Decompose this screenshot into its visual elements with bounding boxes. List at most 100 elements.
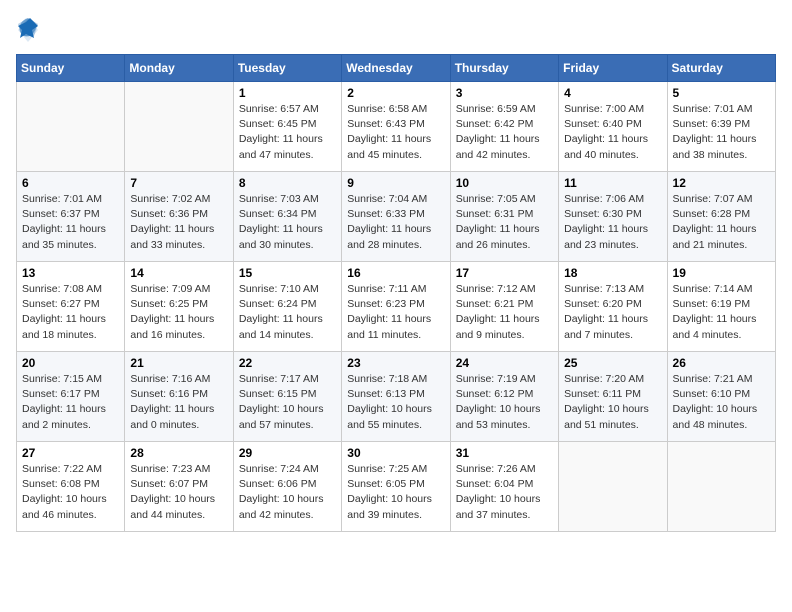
calendar-cell [17, 82, 125, 172]
calendar-cell: 15Sunrise: 7:10 AM Sunset: 6:24 PM Dayli… [233, 262, 341, 352]
weekday-header-row: SundayMondayTuesdayWednesdayThursdayFrid… [17, 55, 776, 82]
day-number: 5 [673, 86, 770, 100]
day-info: Sunrise: 7:25 AM Sunset: 6:05 PM Dayligh… [347, 462, 444, 523]
calendar-cell: 23 Sunrise: 7:18 AM Sunset: 6:13 PM Dayli… [342, 352, 450, 442]
calendar-cell: 26 Sunrise: 7:21 AM Sunset: 6:10 PM Dayli… [667, 352, 775, 442]
day-number: 16 [347, 266, 444, 280]
day-info: Sunrise: 7:26 AM Sunset: 6:04 PM Dayligh… [456, 462, 553, 523]
day-info: Sunrise: 7:02 AM Sunset: 6:36 PM Dayligh… [130, 192, 227, 253]
day-number: 11 [564, 176, 661, 190]
day-number: 26 [673, 356, 770, 370]
day-number: 10 [456, 176, 553, 190]
calendar-cell: 14Sunrise: 7:09 AM Sunset: 6:25 PM Dayli… [125, 262, 233, 352]
calendar-cell: 21 Sunrise: 7:16 AM Sunset: 6:16 PM Dayli… [125, 352, 233, 442]
calendar-cell: 8 Sunrise: 7:03 AM Sunset: 6:34 PM Daylig… [233, 172, 341, 262]
day-info: Sunrise: 7:01 AM Sunset: 6:39 PM Dayligh… [673, 102, 770, 163]
logo-icon [16, 16, 40, 44]
day-number: 9 [347, 176, 444, 190]
weekday-header: Tuesday [233, 55, 341, 82]
calendar-cell: 31Sunrise: 7:26 AM Sunset: 6:04 PM Dayli… [450, 442, 558, 532]
day-info: Sunrise: 7:14 AM Sunset: 6:19 PM Dayligh… [673, 282, 770, 343]
calendar-week-row: 20 Sunrise: 7:15 AM Sunset: 6:17 PM Dayli… [17, 352, 776, 442]
day-info: Sunrise: 7:11 AM Sunset: 6:23 PM Dayligh… [347, 282, 444, 343]
day-number: 1 [239, 86, 336, 100]
calendar-cell: 5 Sunrise: 7:01 AM Sunset: 6:39 PM Daylig… [667, 82, 775, 172]
day-info: Sunrise: 7:12 AM Sunset: 6:21 PM Dayligh… [456, 282, 553, 343]
weekday-header: Monday [125, 55, 233, 82]
day-info: Sunrise: 6:59 AM Sunset: 6:42 PM Dayligh… [456, 102, 553, 163]
day-info: Sunrise: 6:58 AM Sunset: 6:43 PM Dayligh… [347, 102, 444, 163]
day-info: Sunrise: 7:08 AM Sunset: 6:27 PM Dayligh… [22, 282, 119, 343]
day-info: Sunrise: 7:15 AM Sunset: 6:17 PM Dayligh… [22, 372, 119, 433]
calendar-cell: 25Sunrise: 7:20 AM Sunset: 6:11 PM Dayli… [559, 352, 667, 442]
day-info: Sunrise: 7:19 AM Sunset: 6:12 PM Dayligh… [456, 372, 553, 433]
day-info: Sunrise: 7:00 AM Sunset: 6:40 PM Dayligh… [564, 102, 661, 163]
calendar-cell: 3 Sunrise: 6:59 AM Sunset: 6:42 PM Daylig… [450, 82, 558, 172]
calendar-cell: 19 Sunrise: 7:14 AM Sunset: 6:19 PM Dayli… [667, 262, 775, 352]
calendar-cell: 27 Sunrise: 7:22 AM Sunset: 6:08 PM Dayli… [17, 442, 125, 532]
day-info: Sunrise: 7:04 AM Sunset: 6:33 PM Dayligh… [347, 192, 444, 253]
day-info: Sunrise: 7:24 AM Sunset: 6:06 PM Dayligh… [239, 462, 336, 523]
day-number: 15 [239, 266, 336, 280]
calendar-cell: 6Sunrise: 7:01 AM Sunset: 6:37 PM Daylig… [17, 172, 125, 262]
day-number: 8 [239, 176, 336, 190]
calendar-cell: 17Sunrise: 7:12 AM Sunset: 6:21 PM Dayli… [450, 262, 558, 352]
day-info: Sunrise: 7:16 AM Sunset: 6:16 PM Dayligh… [130, 372, 227, 433]
calendar-cell [125, 82, 233, 172]
day-number: 24 [456, 356, 553, 370]
day-info: Sunrise: 7:18 AM Sunset: 6:13 PM Dayligh… [347, 372, 444, 433]
calendar-cell: 18Sunrise: 7:13 AM Sunset: 6:20 PM Dayli… [559, 262, 667, 352]
day-info: Sunrise: 7:09 AM Sunset: 6:25 PM Dayligh… [130, 282, 227, 343]
day-info: Sunrise: 7:07 AM Sunset: 6:28 PM Dayligh… [673, 192, 770, 253]
weekday-header: Friday [559, 55, 667, 82]
day-info: Sunrise: 6:57 AM Sunset: 6:45 PM Dayligh… [239, 102, 336, 163]
calendar-week-row: 6Sunrise: 7:01 AM Sunset: 6:37 PM Daylig… [17, 172, 776, 262]
day-number: 4 [564, 86, 661, 100]
logo [16, 16, 44, 44]
day-number: 3 [456, 86, 553, 100]
calendar-header: SundayMondayTuesdayWednesdayThursdayFrid… [17, 55, 776, 82]
calendar-cell [559, 442, 667, 532]
calendar-cell: 22Sunrise: 7:17 AM Sunset: 6:15 PM Dayli… [233, 352, 341, 442]
day-info: Sunrise: 7:21 AM Sunset: 6:10 PM Dayligh… [673, 372, 770, 433]
day-number: 27 [22, 446, 119, 460]
day-number: 25 [564, 356, 661, 370]
calendar-cell: 28 Sunrise: 7:23 AM Sunset: 6:07 PM Dayli… [125, 442, 233, 532]
day-number: 7 [130, 176, 227, 190]
day-info: Sunrise: 7:06 AM Sunset: 6:30 PM Dayligh… [564, 192, 661, 253]
calendar-cell: 29 Sunrise: 7:24 AM Sunset: 6:06 PM Dayli… [233, 442, 341, 532]
weekday-header: Saturday [667, 55, 775, 82]
calendar-cell: 16 Sunrise: 7:11 AM Sunset: 6:23 PM Dayli… [342, 262, 450, 352]
calendar-week-row: 1 Sunrise: 6:57 AM Sunset: 6:45 PM Daylig… [17, 82, 776, 172]
day-number: 23 [347, 356, 444, 370]
page-header [16, 16, 776, 44]
calendar-cell: 9 Sunrise: 7:04 AM Sunset: 6:33 PM Daylig… [342, 172, 450, 262]
day-number: 21 [130, 356, 227, 370]
day-info: Sunrise: 7:22 AM Sunset: 6:08 PM Dayligh… [22, 462, 119, 523]
day-number: 13 [22, 266, 119, 280]
calendar-cell: 10 Sunrise: 7:05 AM Sunset: 6:31 PM Dayli… [450, 172, 558, 262]
calendar-table: SundayMondayTuesdayWednesdayThursdayFrid… [16, 54, 776, 532]
day-info: Sunrise: 7:01 AM Sunset: 6:37 PM Dayligh… [22, 192, 119, 253]
calendar-cell: 1 Sunrise: 6:57 AM Sunset: 6:45 PM Daylig… [233, 82, 341, 172]
day-info: Sunrise: 7:23 AM Sunset: 6:07 PM Dayligh… [130, 462, 227, 523]
day-number: 19 [673, 266, 770, 280]
day-info: Sunrise: 7:05 AM Sunset: 6:31 PM Dayligh… [456, 192, 553, 253]
day-number: 30 [347, 446, 444, 460]
day-info: Sunrise: 7:13 AM Sunset: 6:20 PM Dayligh… [564, 282, 661, 343]
calendar-cell: 13 Sunrise: 7:08 AM Sunset: 6:27 PM Dayli… [17, 262, 125, 352]
calendar-cell: 20 Sunrise: 7:15 AM Sunset: 6:17 PM Dayli… [17, 352, 125, 442]
day-number: 20 [22, 356, 119, 370]
calendar-week-row: 13 Sunrise: 7:08 AM Sunset: 6:27 PM Dayli… [17, 262, 776, 352]
weekday-header: Wednesday [342, 55, 450, 82]
day-number: 28 [130, 446, 227, 460]
calendar-body: 1 Sunrise: 6:57 AM Sunset: 6:45 PM Daylig… [17, 82, 776, 532]
day-number: 29 [239, 446, 336, 460]
calendar-cell [667, 442, 775, 532]
calendar-cell: 12Sunrise: 7:07 AM Sunset: 6:28 PM Dayli… [667, 172, 775, 262]
day-info: Sunrise: 7:03 AM Sunset: 6:34 PM Dayligh… [239, 192, 336, 253]
calendar-cell: 11 Sunrise: 7:06 AM Sunset: 6:30 PM Dayli… [559, 172, 667, 262]
calendar-week-row: 27 Sunrise: 7:22 AM Sunset: 6:08 PM Dayli… [17, 442, 776, 532]
day-number: 2 [347, 86, 444, 100]
weekday-header: Sunday [17, 55, 125, 82]
